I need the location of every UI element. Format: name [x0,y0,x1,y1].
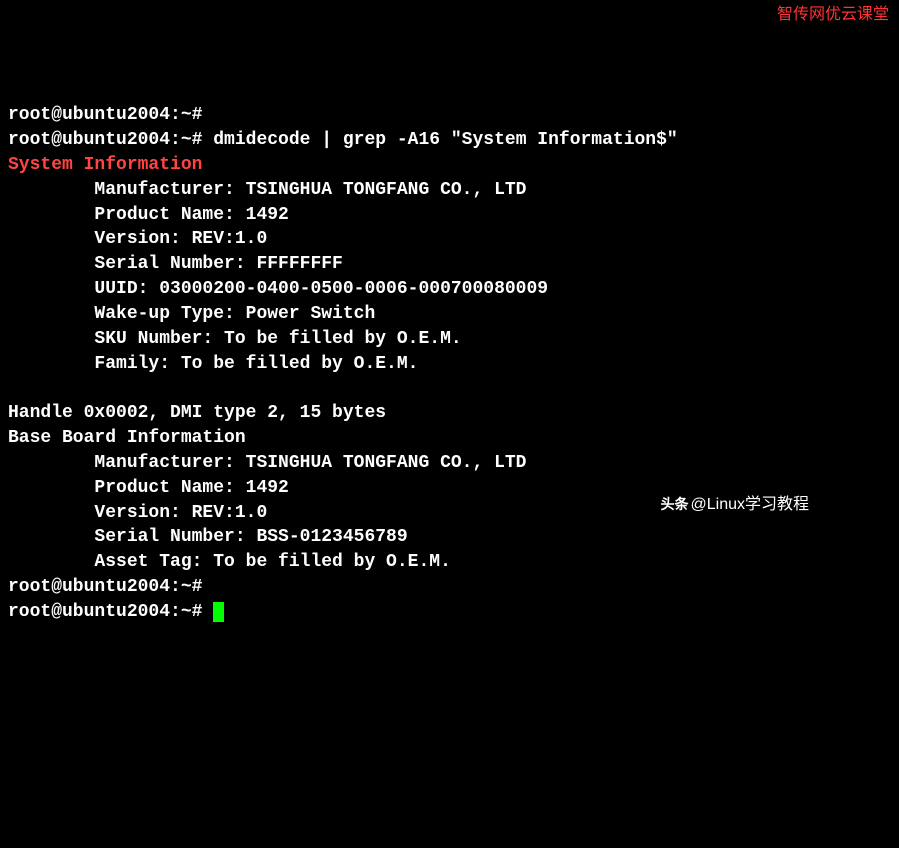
prompt-line: root@ubuntu2004:~# [8,577,202,597]
output-line: UUID: 03000200-0400-0500-0006-0007000800… [8,279,548,299]
output-line: SKU Number: To be filled by O.E.M. [8,329,462,349]
terminal-output[interactable]: root@ubuntu2004:~# root@ubuntu2004:~# dm… [8,103,891,624]
toutiao-icon: 头条 [665,495,685,515]
output-line: Wake-up Type: Power Switch [8,304,375,324]
output-line: Asset Tag: To be filled by O.E.M. [8,552,451,572]
output-line: Product Name: 1492 [8,478,289,498]
output-line: Handle 0x0002, DMI type 2, 15 bytes [8,403,386,423]
prompt-line: root@ubuntu2004:~# [8,130,202,150]
watermark-text: @Linux学习教程 [691,494,810,516]
prompt-line: root@ubuntu2004:~# [8,105,202,125]
prompt-line: root@ubuntu2004:~# [8,602,213,622]
output-line: Serial Number: FFFFFFFF [8,254,343,274]
command-text: dmidecode | grep -A16 "System Informatio… [202,130,677,150]
output-line: Serial Number: BSS-0123456789 [8,527,408,547]
output-line: Product Name: 1492 [8,205,289,225]
watermark-top-right: 智传网优云课堂 [777,4,889,26]
output-line: Version: REV:1.0 [8,503,267,523]
output-line: Family: To be filled by O.E.M. [8,354,418,374]
watermark-bottom-right: 头条 @Linux学习教程 [665,494,810,516]
output-line: Manufacturer: TSINGHUA TONGFANG CO., LTD [8,453,526,473]
output-line: Base Board Information [8,428,246,448]
output-line: Version: REV:1.0 [8,229,267,249]
output-line: Manufacturer: TSINGHUA TONGFANG CO., LTD [8,180,526,200]
cursor-block [213,602,224,622]
grep-match-header: System Information [8,155,202,175]
